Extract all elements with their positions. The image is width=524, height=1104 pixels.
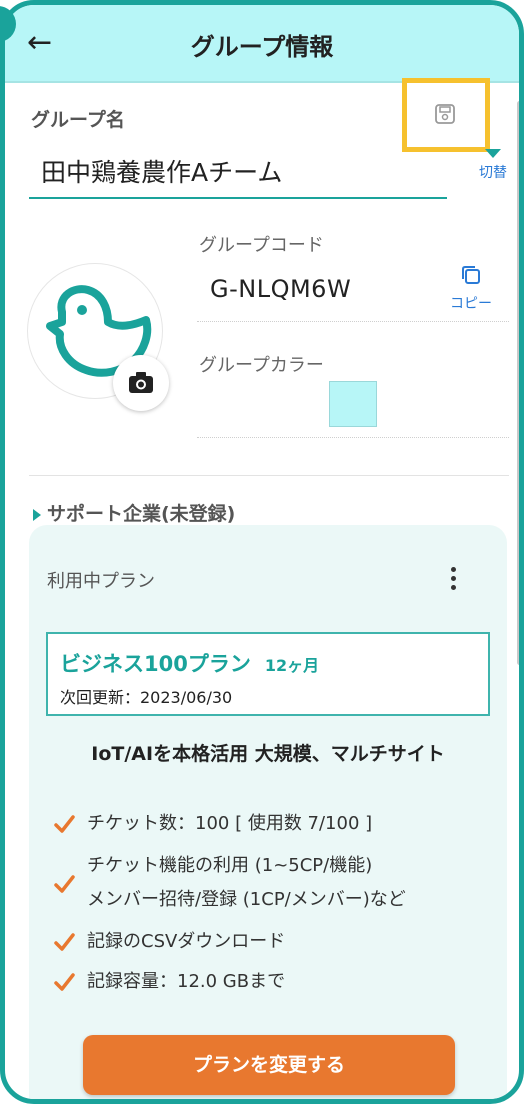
plan-renewal-date: 次回更新：2023/06/30 — [60, 688, 233, 707]
switch-group-button[interactable]: 切替 — [471, 145, 515, 191]
scrollbar[interactable] — [517, 101, 519, 665]
plan-term: 12ヶ月 — [264, 656, 320, 675]
group-name-label: グループ名 — [31, 109, 125, 131]
copy-label: コピー — [450, 296, 492, 312]
check-icon — [54, 815, 75, 833]
section-divider — [29, 475, 509, 476]
feature-text: 記録容量：12.0 GBまで — [87, 971, 286, 992]
kebab-dot — [450, 585, 456, 590]
header-bar: ← グループ情報 — [5, 5, 519, 83]
plan-description: IoT/AIを本格活用 大規模、マルチサイト — [91, 743, 445, 765]
kebab-dot — [450, 567, 456, 572]
check-icon — [54, 875, 75, 893]
kebab-dot — [450, 576, 456, 581]
copy-button[interactable]: コピー — [441, 263, 501, 315]
save-icon — [435, 104, 455, 124]
app-frame: ← グループ情報 グループ名 田中鶏養農作Aチーム 切替 グループコード G-N — [0, 0, 524, 1104]
divider — [197, 321, 509, 322]
feature-text: 記録のCSVダウンロード — [87, 931, 286, 952]
plan-name-text: ビジネス100プラン — [60, 652, 251, 676]
support-company-label: サポート企業(未登録) — [47, 503, 236, 525]
divider — [197, 437, 509, 438]
check-icon — [54, 933, 75, 951]
camera-icon — [129, 372, 153, 393]
feature-text: メンバー招待/登録 (1CP/メンバー)など — [87, 889, 406, 910]
save-button[interactable] — [402, 78, 490, 152]
switch-label: 切替 — [479, 165, 507, 181]
check-icon — [54, 973, 75, 991]
group-code-label: グループコード — [199, 235, 324, 256]
support-company-toggle[interactable]: サポート企業(未登録) — [33, 499, 235, 526]
change-photo-button[interactable] — [113, 355, 169, 411]
plan-card: 利用中プラン ビジネス100プラン 12ヶ月 次回更新：2023/06/30 Io… — [29, 525, 507, 1099]
caret-right-icon — [33, 508, 41, 521]
group-name-input[interactable]: 田中鶏養農作Aチーム — [29, 145, 447, 199]
caret-down-icon — [485, 149, 501, 158]
copy-icon — [462, 266, 480, 284]
feature-text: チケット機能の利用 (1~5CP/機能) — [87, 855, 373, 876]
change-plan-button[interactable]: プランを変更する — [83, 1035, 455, 1095]
plan-name: ビジネス100プラン 12ヶ月 — [60, 648, 319, 678]
group-code-value: G-NLQM6W — [210, 275, 352, 303]
group-name-value: 田中鶏養農作Aチーム — [41, 158, 283, 187]
group-color-label: グループカラー — [199, 355, 324, 376]
page-title: グループ情報 — [190, 33, 334, 61]
plan-section-title: 利用中プラン — [47, 571, 155, 592]
feature-text: チケット数：100 [ 使用数 7/100 ] — [87, 813, 373, 834]
more-menu-button[interactable] — [441, 563, 465, 599]
current-plan-box: ビジネス100プラン 12ヶ月 次回更新：2023/06/30 — [46, 632, 490, 716]
group-color-swatch[interactable] — [329, 381, 377, 427]
